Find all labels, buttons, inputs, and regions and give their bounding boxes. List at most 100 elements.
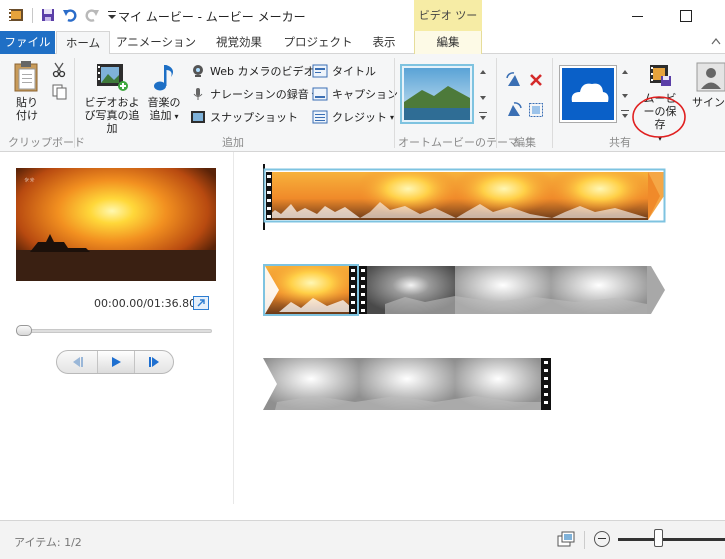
credits-label: クレジット — [332, 111, 387, 124]
rotate-right-icon[interactable] — [506, 102, 522, 121]
editing-group-label: 編集 — [514, 136, 536, 149]
automovie-theme-default[interactable] — [400, 64, 474, 124]
sign-in-button[interactable]: サインイ — [692, 62, 725, 109]
tab-file[interactable]: ファイル — [0, 31, 55, 54]
user-icon — [696, 62, 725, 92]
copy-icon[interactable] — [52, 84, 68, 103]
playback-controls — [56, 350, 174, 374]
preview-panel: ☼☼ 00:00.00/01:36.80 — [0, 152, 234, 504]
maximize-button[interactable] — [675, 6, 695, 24]
save-icon[interactable] — [40, 7, 56, 23]
sharing-group-label: 共有 — [609, 136, 631, 149]
window-title: マイ ムービー - ムービー メーカー — [118, 10, 306, 24]
clip-gray-row-3[interactable] — [263, 358, 551, 410]
caption-label: キャプション — [332, 88, 398, 101]
tab-project[interactable]: プロジェクト — [280, 31, 356, 54]
add-music-button[interactable]: 音楽の追加 ▾ — [144, 62, 184, 123]
collapse-ribbon-icon[interactable] — [711, 37, 721, 47]
tab-view[interactable]: 表示 — [362, 31, 406, 54]
seek-bar[interactable] — [16, 329, 212, 333]
snapshot-button[interactable]: スナップショット — [190, 108, 298, 126]
webcam-icon — [190, 63, 206, 79]
music-note-icon — [154, 65, 174, 91]
tab-visual-effects[interactable]: 視覚効果 — [204, 31, 274, 54]
sign-in-label: サインイ — [692, 96, 725, 109]
paste-button[interactable]: 貼り付け — [8, 60, 46, 122]
group-separator — [552, 58, 553, 148]
film-photo-icon — [97, 64, 128, 91]
remove-icon[interactable] — [528, 72, 544, 91]
seek-thumb[interactable] — [16, 325, 32, 336]
next-frame-button[interactable] — [135, 351, 173, 373]
credits-button[interactable]: クレジット ▾ — [312, 108, 394, 126]
title-bar: マイ ムービー - ムービー メーカー ビデオ ツール — [0, 0, 725, 53]
storyboard — [235, 152, 725, 504]
video-tools-context-header: ビデオ ツール — [414, 0, 482, 53]
save-movie-icon — [650, 65, 671, 86]
item-count: アイテム: 1/2 — [14, 536, 82, 549]
thumbnail-size-icon[interactable] — [556, 530, 576, 548]
tab-home[interactable]: ホーム — [56, 31, 110, 55]
title-label: タイトル — [332, 65, 376, 78]
highlight-circle-annotation — [632, 96, 686, 138]
caption-icon — [312, 86, 328, 102]
next-frame-icon — [149, 357, 159, 367]
webcam-video-label: Web カメラのビデオ — [210, 65, 315, 78]
title-icon — [312, 63, 328, 79]
clip-sunset-selected[interactable] — [263, 264, 359, 316]
clip-gray-row-2[interactable] — [359, 266, 665, 314]
fullscreen-preview-icon[interactable] — [193, 296, 209, 310]
select-all-icon[interactable] — [528, 102, 544, 121]
play-button[interactable] — [97, 351, 135, 373]
title-button[interactable]: タイトル — [312, 62, 376, 80]
movie-maker-app-icon[interactable] — [8, 7, 24, 23]
zoom-slider-thumb[interactable] — [654, 529, 663, 547]
play-icon — [112, 357, 121, 367]
timecode: 00:00.00/01:36.80 — [94, 297, 197, 310]
paste-label: 貼り付け — [16, 96, 38, 122]
clip-sunset-row-1[interactable] — [263, 164, 666, 230]
customize-quick-access-icon[interactable] — [106, 7, 118, 23]
clipboard-icon — [14, 61, 38, 92]
webcam-video-button[interactable]: Web カメラのビデオ — [190, 62, 314, 80]
cut-icon[interactable] — [52, 62, 66, 81]
sunset-video-frame: ☼☼ — [16, 168, 216, 281]
group-separator — [394, 58, 395, 148]
ribbon-tab-row: ファイル ホーム アニメーション 視覚効果 プロジェクト 表示 編集 — [0, 31, 725, 55]
snapshot-label: スナップショット — [210, 111, 298, 124]
rotate-left-icon[interactable] — [506, 72, 522, 91]
status-bar: アイテム: 1/2 — [0, 520, 725, 559]
video-preview: ☼☼ — [16, 168, 216, 281]
add-videos-photos-button[interactable]: ビデオおよび写真の追加 — [80, 62, 144, 135]
redo-icon[interactable] — [84, 7, 100, 23]
caption-button[interactable]: キャプション — [312, 85, 398, 103]
record-narration-label: ナレーションの録音 — [210, 88, 309, 101]
tab-edit[interactable]: 編集 — [414, 31, 482, 54]
snapshot-icon — [190, 109, 206, 125]
previous-frame-button[interactable] — [59, 351, 97, 373]
microphone-icon — [190, 86, 206, 102]
zoom-out-icon[interactable] — [594, 531, 610, 547]
theme-thumbnail — [404, 68, 470, 120]
credits-icon — [312, 109, 328, 125]
add-group-label: 追加 — [222, 136, 244, 149]
minimize-button[interactable] — [628, 8, 648, 24]
status-separator — [584, 531, 585, 549]
theme-gallery-scroll[interactable] — [478, 64, 488, 124]
tab-animations[interactable]: アニメーション — [114, 31, 198, 54]
add-videos-photos-label: ビデオおよび写真の追加 — [84, 96, 140, 135]
previous-frame-icon — [73, 357, 83, 367]
automovie-group-label: オートムービーのテーマ — [398, 136, 519, 149]
ribbon: 貼り付け クリップボード ビデオおよび写真の追加 音楽の追加 ▾ Web カメラの… — [0, 54, 725, 152]
onedrive-share-button[interactable] — [559, 65, 617, 123]
quick-access-separator — [32, 8, 33, 23]
group-separator — [74, 58, 75, 148]
undo-icon[interactable] — [62, 7, 78, 23]
share-gallery-scroll[interactable] — [620, 66, 630, 122]
zoom-slider[interactable] — [618, 538, 725, 541]
svg-text:☼☼: ☼☼ — [24, 177, 35, 184]
onedrive-cloud-icon — [571, 83, 609, 102]
record-narration-button[interactable]: ナレーションの録音▾ — [190, 85, 316, 103]
storyboard-canvas — [263, 164, 666, 410]
group-separator — [496, 58, 497, 148]
